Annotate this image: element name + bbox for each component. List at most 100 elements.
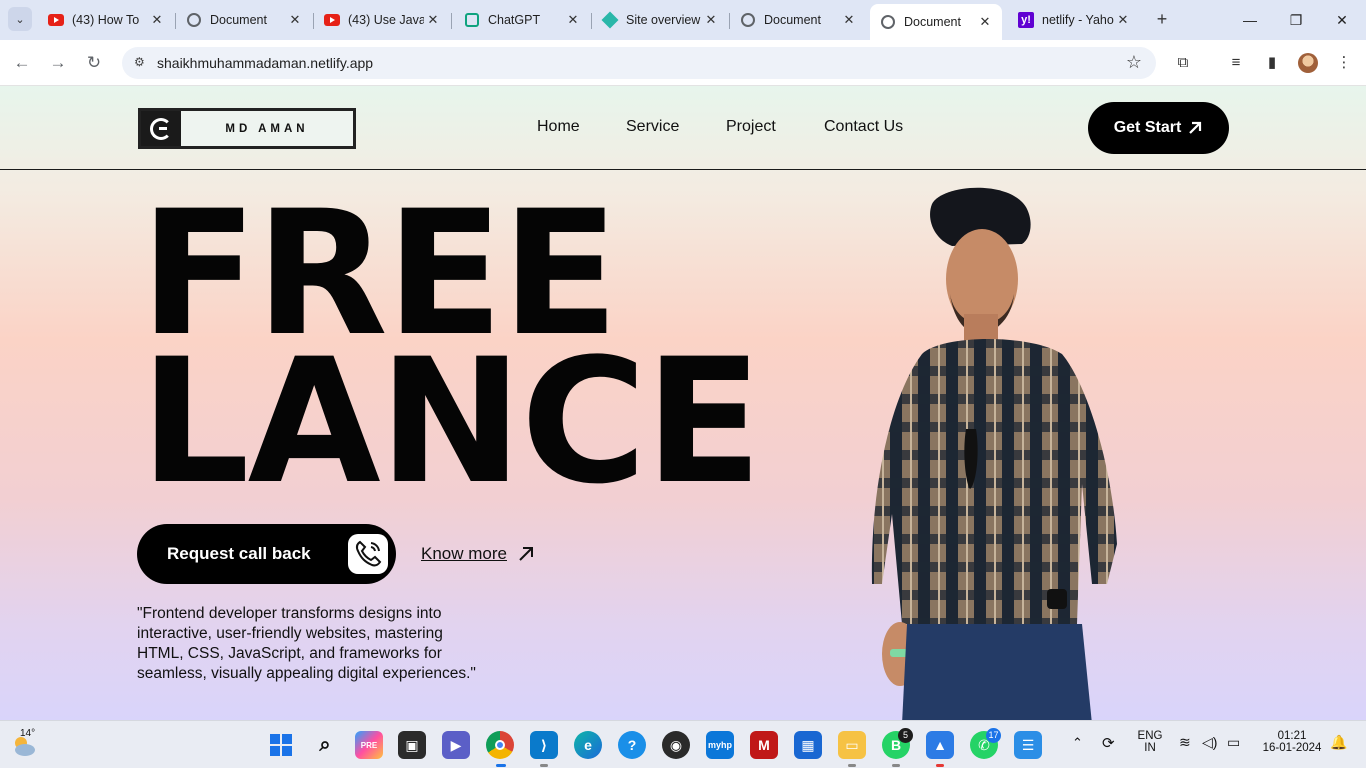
tab-search-button[interactable]: ⌄ <box>8 7 32 31</box>
youtube-icon <box>324 12 340 28</box>
site-logo[interactable]: MD AMAN <box>138 108 356 149</box>
menu-icon[interactable]: ⋮ <box>1333 52 1355 74</box>
notification-badge: 5 <box>898 728 913 743</box>
photos-icon[interactable]: ▲ <box>926 731 954 759</box>
close-tab-icon[interactable]: ✕ <box>1114 12 1132 28</box>
start-icon[interactable] <box>267 731 295 759</box>
globe-icon <box>186 12 202 28</box>
url-text: shaikhmuhammadaman.netlify.app <box>157 55 374 71</box>
chevron-up-icon[interactable]: ⌃ <box>1072 735 1083 751</box>
clock[interactable]: 01:21 16-01-2024 <box>1258 730 1326 754</box>
close-window-icon[interactable]: ✕ <box>1322 8 1362 32</box>
hero-title-line2: LANCE <box>140 321 762 522</box>
know-more-label: Know more <box>421 544 507 563</box>
request-call-back-label: Request call back <box>167 544 311 563</box>
close-tab-icon[interactable]: ✕ <box>976 14 994 30</box>
nav-service[interactable]: Service <box>626 118 679 136</box>
copilot-icon[interactable]: PRE <box>355 731 383 759</box>
phone-icon <box>348 534 388 574</box>
edge-icon[interactable]: e <box>574 731 602 759</box>
search-icon[interactable]: ⌕ <box>311 731 339 759</box>
taskbar: 14° ⌕ PRE ▣ ▶ ⟩ e ? ◉ myhp M ▦ ▭ B 5 ▲ ✆… <box>0 720 1366 768</box>
notepad-icon[interactable]: ☰ <box>1014 731 1042 759</box>
notification-badge: 17 <box>986 728 1001 743</box>
tab-document-active[interactable]: Document ✕ <box>870 4 1002 40</box>
chrome-icon[interactable] <box>486 731 514 759</box>
arrow-up-right-icon <box>1189 121 1202 134</box>
language-indicator[interactable]: ENG IN <box>1134 730 1166 754</box>
reload-icon[interactable]: ↻ <box>83 52 105 74</box>
know-more-link[interactable]: Know more <box>421 544 535 564</box>
battery-icon[interactable]: ▭ <box>1227 734 1240 751</box>
back-icon[interactable]: ← <box>11 52 33 74</box>
site-navbar: MD AMAN Home Service Project Contact Us … <box>0 86 1366 170</box>
arrow-up-right-icon <box>519 547 533 561</box>
tab-title: (43) Use Java <box>348 13 424 27</box>
close-tab-icon[interactable]: ✕ <box>840 12 858 28</box>
teams-chat-icon[interactable]: ▶ <box>442 731 470 759</box>
youtube-icon <box>48 12 64 28</box>
nav-contact-us[interactable]: Contact Us <box>824 118 903 136</box>
minimize-icon[interactable]: — <box>1230 8 1270 32</box>
close-tab-icon[interactable]: ✕ <box>424 12 442 28</box>
weather-temperature: 14° <box>20 728 36 739</box>
region-code: IN <box>1144 742 1156 754</box>
clock-time: 01:21 <box>1277 730 1307 742</box>
close-tab-icon[interactable]: ✕ <box>148 12 166 28</box>
restore-icon[interactable]: ❐ <box>1276 8 1316 32</box>
logo-text: MD AMAN <box>225 122 309 135</box>
web-page: MD AMAN Home Service Project Contact Us … <box>0 86 1366 720</box>
tab-youtube-1[interactable]: (43) How To ✕ <box>38 6 174 34</box>
netlify-icon <box>601 11 619 29</box>
tab-site-overview[interactable]: Site overview ✕ <box>592 6 728 34</box>
tab-title: Document <box>210 13 267 27</box>
tab-title: (43) How To <box>72 13 140 27</box>
request-call-back-button[interactable]: Request call back <box>137 524 396 584</box>
tab-title: Document <box>764 13 821 27</box>
task-view-icon[interactable]: ▣ <box>398 731 426 759</box>
profile-avatar[interactable] <box>1298 53 1318 73</box>
close-tab-icon[interactable]: ✕ <box>702 12 720 28</box>
close-tab-icon[interactable]: ✕ <box>564 12 582 28</box>
get-help-icon[interactable]: ? <box>618 731 646 759</box>
get-start-button[interactable]: Get Start <box>1088 102 1229 154</box>
language-code: ENG <box>1137 730 1163 742</box>
tab-youtube-2[interactable]: (43) Use Java ✕ <box>314 6 450 34</box>
logo-g-icon <box>141 111 181 146</box>
sync-icon[interactable]: ⟳ <box>1102 734 1115 752</box>
globe-icon <box>880 14 896 30</box>
get-start-label: Get Start <box>1113 119 1182 136</box>
vscode-icon[interactable]: ⟩ <box>530 731 558 759</box>
file-explorer-icon[interactable]: ▭ <box>838 731 866 759</box>
volume-icon[interactable]: ◁) <box>1202 734 1217 751</box>
bookmark-star-icon[interactable]: ☆ <box>1126 52 1142 73</box>
hero-description: "Frontend developer transforms designs i… <box>137 605 476 682</box>
wifi-icon[interactable]: ≋ <box>1179 734 1191 751</box>
media-control-icon[interactable]: ≡ <box>1225 52 1247 74</box>
store-icon[interactable]: ▦ <box>794 731 822 759</box>
clock-date: 16-01-2024 <box>1262 742 1322 754</box>
chatgpt-icon <box>464 12 480 28</box>
browser-toolbar: ← → ↻ ⚙ shaikhmuhammadaman.netlify.app ☆… <box>0 40 1366 86</box>
tab-title: ChatGPT <box>488 13 541 27</box>
new-tab-button[interactable]: + <box>1150 8 1174 32</box>
notification-bell-icon[interactable]: 🔔 <box>1330 734 1347 751</box>
nav-project[interactable]: Project <box>726 118 776 136</box>
globe-icon <box>740 12 756 28</box>
tab-document-1[interactable]: Document ✕ <box>176 6 312 34</box>
profile-photo <box>871 187 1117 720</box>
tab-chatgpt[interactable]: ChatGPT ✕ <box>454 6 590 34</box>
myhp-icon[interactable]: myhp <box>706 731 734 759</box>
extensions-icon[interactable]: ⧉ <box>1172 52 1194 74</box>
nav-home[interactable]: Home <box>537 118 580 136</box>
side-panel-icon[interactable]: ▮ <box>1261 52 1283 74</box>
tab-yahoo[interactable]: y! netlify - Yahoo ✕ <box>1008 6 1140 34</box>
tab-document-2[interactable]: Document ✕ <box>730 6 866 34</box>
site-info-icon[interactable]: ⚙ <box>134 55 150 71</box>
close-tab-icon[interactable]: ✕ <box>286 12 304 28</box>
tab-title: Document <box>904 15 961 29</box>
forward-icon[interactable]: → <box>47 52 69 74</box>
address-bar[interactable]: ⚙ shaikhmuhammadaman.netlify.app ☆ <box>122 47 1156 79</box>
media-player-icon[interactable]: ◉ <box>662 731 690 759</box>
mcafee-icon[interactable]: M <box>750 731 778 759</box>
